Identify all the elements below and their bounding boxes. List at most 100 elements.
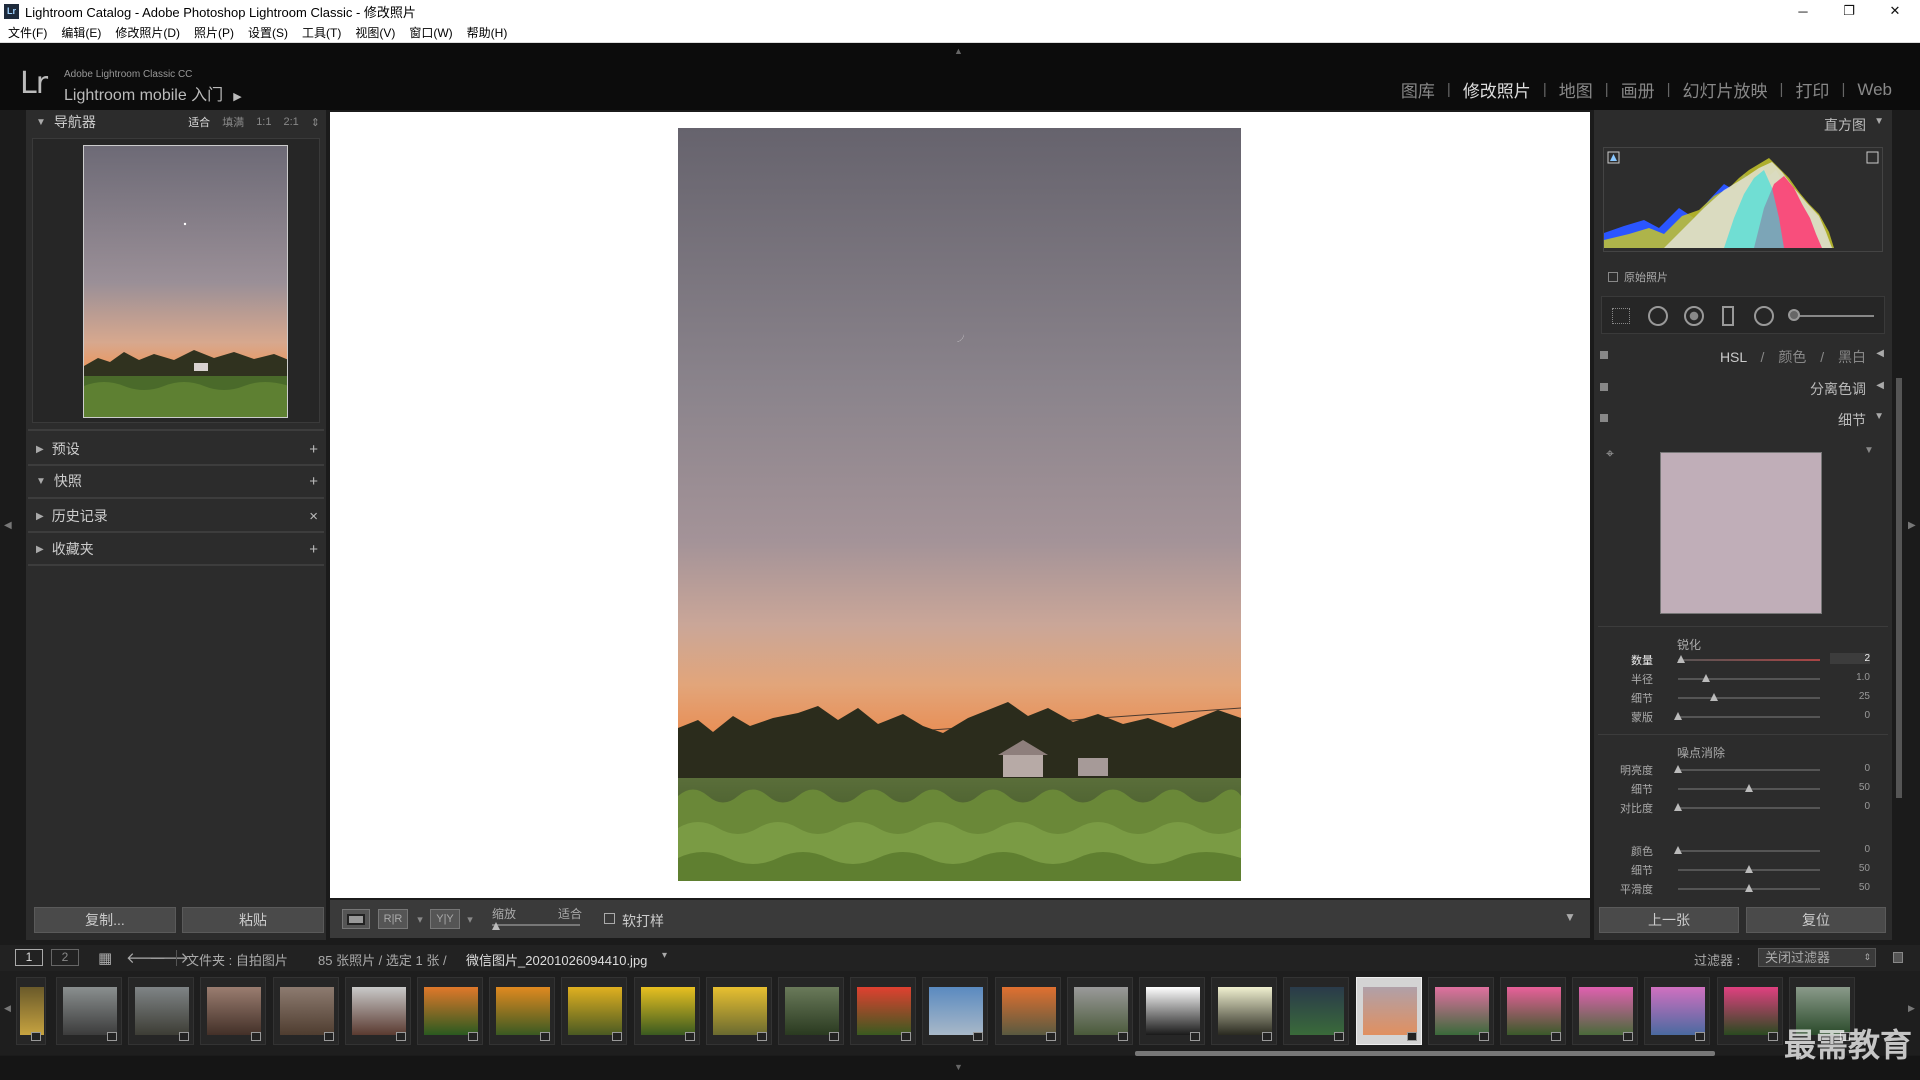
module-library[interactable]: 图库 bbox=[1389, 77, 1447, 102]
collapse-bottom-arrow-icon[interactable]: ▼ bbox=[954, 1062, 963, 1072]
spot-removal-icon[interactable] bbox=[1648, 306, 1668, 326]
clear-history-icon[interactable]: × bbox=[309, 508, 318, 525]
slider-track[interactable] bbox=[1678, 850, 1820, 852]
adjustment-brush-icon[interactable] bbox=[1788, 309, 1800, 321]
filmstrip-thumbnail[interactable] bbox=[417, 977, 483, 1045]
radial-filter-icon[interactable] bbox=[1754, 306, 1774, 326]
slider-track[interactable] bbox=[1678, 769, 1820, 771]
add-preset-icon[interactable]: + bbox=[309, 441, 318, 458]
navigator-thumbnail[interactable] bbox=[83, 145, 288, 418]
slider-value[interactable]: 2 bbox=[1830, 653, 1870, 664]
filmstrip-thumbnail[interactable] bbox=[1572, 977, 1639, 1045]
grid-view-icon[interactable]: ▦ bbox=[98, 949, 112, 967]
slider-value[interactable]: 1.0 bbox=[1830, 672, 1870, 683]
toolbar-options-icon[interactable]: ▼ bbox=[1564, 910, 1576, 924]
swap-dropdown-icon[interactable]: ▾ bbox=[466, 909, 474, 929]
slider-knob[interactable] bbox=[1674, 765, 1682, 773]
menu-develop[interactable]: 修改照片(D) bbox=[115, 24, 180, 41]
sharpen-preview[interactable] bbox=[1660, 452, 1822, 614]
main-photo[interactable] bbox=[678, 128, 1241, 881]
module-slideshow[interactable]: 幻灯片放映 bbox=[1671, 77, 1780, 102]
filmstrip-thumbnail[interactable] bbox=[272, 977, 339, 1045]
menu-file[interactable]: 文件(F) bbox=[8, 24, 47, 41]
slider-knob[interactable] bbox=[1745, 884, 1753, 892]
slider-value[interactable]: 50 bbox=[1830, 782, 1870, 793]
module-print[interactable]: 打印 bbox=[1783, 77, 1841, 102]
expand-triangle-icon[interactable]: ▶ bbox=[36, 511, 44, 522]
filmstrip-thumbnail[interactable] bbox=[128, 977, 195, 1045]
adjustment-brush-slider[interactable] bbox=[1792, 315, 1874, 317]
navigator-header[interactable]: ▼ 导航器 适合 填满 1:1 2:1 ⇕ bbox=[26, 110, 326, 134]
collapse-triangle-icon[interactable]: ▼ bbox=[36, 476, 46, 487]
slider-value[interactable]: 0 bbox=[1830, 844, 1870, 855]
slider-value[interactable]: 50 bbox=[1830, 863, 1870, 874]
split-toning-header[interactable]: 分离色调 ◀ bbox=[1594, 374, 1892, 400]
filmstrip-thumbnail[interactable] bbox=[16, 977, 46, 1045]
main-window-button[interactable]: 1 bbox=[15, 949, 43, 966]
filmstrip-thumbnail[interactable] bbox=[994, 977, 1061, 1045]
filmstrip-thumbnail[interactable] bbox=[344, 977, 411, 1045]
crop-overlay-icon[interactable] bbox=[1612, 308, 1630, 324]
identity-plate-line2[interactable]: Lightroom mobile 入门 ▶ bbox=[64, 81, 242, 105]
slider-value[interactable]: 0 bbox=[1830, 801, 1870, 812]
filmstrip-thumbnail[interactable] bbox=[1716, 977, 1783, 1045]
menu-help[interactable]: 帮助(H) bbox=[467, 24, 508, 41]
slider-track[interactable] bbox=[1678, 807, 1820, 809]
slider-knob[interactable] bbox=[1674, 803, 1682, 811]
panel-switch-icon[interactable] bbox=[1600, 414, 1608, 422]
slider-knob[interactable] bbox=[1674, 846, 1682, 854]
menu-edit[interactable]: 编辑(E) bbox=[61, 24, 101, 41]
presets-header[interactable]: ▶ 预设 + bbox=[26, 437, 326, 461]
hsl-header[interactable]: HSL / 颜色 / 黑白 ◀ bbox=[1594, 342, 1892, 368]
paste-settings-button[interactable]: 粘贴 bbox=[182, 907, 324, 933]
filmstrip-thumbnail[interactable] bbox=[1500, 977, 1566, 1045]
history-header[interactable]: ▶ 历史记录 × bbox=[26, 504, 326, 528]
play-arrow-icon[interactable]: ▶ bbox=[233, 91, 241, 103]
filmstrip-thumbnail[interactable] bbox=[561, 977, 628, 1045]
reset-button[interactable]: 复位 bbox=[1746, 907, 1886, 933]
filmstrip-thumbnail[interactable] bbox=[489, 977, 556, 1045]
collapse-triangle-icon[interactable]: ▼ bbox=[1874, 116, 1884, 127]
tab-color[interactable]: 颜色 bbox=[1778, 349, 1806, 365]
loupe-view-button[interactable] bbox=[342, 909, 370, 929]
filmstrip-thumbnail[interactable] bbox=[1066, 977, 1133, 1045]
menu-window[interactable]: 窗口(W) bbox=[409, 24, 452, 41]
collapse-triangle-icon[interactable]: ▼ bbox=[1874, 411, 1884, 422]
slider-track[interactable] bbox=[1678, 659, 1820, 661]
menu-view[interactable]: 视图(V) bbox=[355, 24, 395, 41]
filmstrip-thumbnail[interactable] bbox=[1139, 977, 1205, 1045]
slider-track[interactable] bbox=[1678, 678, 1820, 680]
collapse-top-arrow-icon[interactable]: ▲ bbox=[954, 46, 963, 56]
restore-icon[interactable]: ❐ bbox=[1826, 0, 1872, 22]
tab-hsl[interactable]: HSL bbox=[1720, 349, 1747, 365]
filmstrip-thumbnail[interactable] bbox=[1427, 977, 1494, 1045]
filmstrip-thumbnail[interactable] bbox=[1283, 977, 1350, 1045]
histogram-header[interactable]: 直方图 ▼ bbox=[1594, 110, 1892, 136]
filmstrip-thumbnail[interactable] bbox=[1355, 977, 1422, 1045]
module-develop[interactable]: 修改照片 bbox=[1451, 77, 1543, 102]
slider-track[interactable] bbox=[1678, 716, 1820, 718]
previous-button[interactable]: 上一张 bbox=[1599, 907, 1739, 933]
filmstrip-thumbnail[interactable] bbox=[850, 977, 917, 1045]
slider-value[interactable]: 50 bbox=[1830, 882, 1870, 893]
original-photo-checkbox[interactable] bbox=[1608, 272, 1618, 282]
minimize-icon[interactable]: ─ bbox=[1780, 0, 1826, 22]
collections-header[interactable]: ▶ 收藏夹 + bbox=[26, 537, 326, 561]
current-filename[interactable]: 微信图片_20201026094410.jpg bbox=[466, 950, 647, 969]
slider-knob[interactable] bbox=[1745, 865, 1753, 873]
zoom-fill[interactable]: 填满 bbox=[222, 114, 244, 130]
filmstrip-thumbnail[interactable] bbox=[1211, 977, 1278, 1045]
filmstrip-thumbnail[interactable] bbox=[922, 977, 989, 1045]
close-icon[interactable]: ✕ bbox=[1872, 0, 1918, 22]
slider-value[interactable]: 0 bbox=[1830, 710, 1870, 721]
menu-photo[interactable]: 照片(P) bbox=[194, 24, 234, 41]
filmstrip-thumbnail[interactable] bbox=[705, 977, 772, 1045]
detail-header[interactable]: 细节 ▼ bbox=[1594, 405, 1892, 431]
snapshots-header[interactable]: ▼ 快照 + bbox=[26, 469, 326, 493]
collapse-triangle-icon[interactable]: ▼ bbox=[36, 117, 46, 128]
zoom-slider[interactable] bbox=[492, 924, 580, 926]
module-map[interactable]: 地图 bbox=[1547, 77, 1605, 102]
filter-dropdown[interactable]: 关闭过滤器 ⇕ bbox=[1758, 948, 1876, 967]
expand-triangle-icon[interactable]: ▶ bbox=[36, 444, 44, 455]
panel-switch-icon[interactable] bbox=[1600, 383, 1608, 391]
